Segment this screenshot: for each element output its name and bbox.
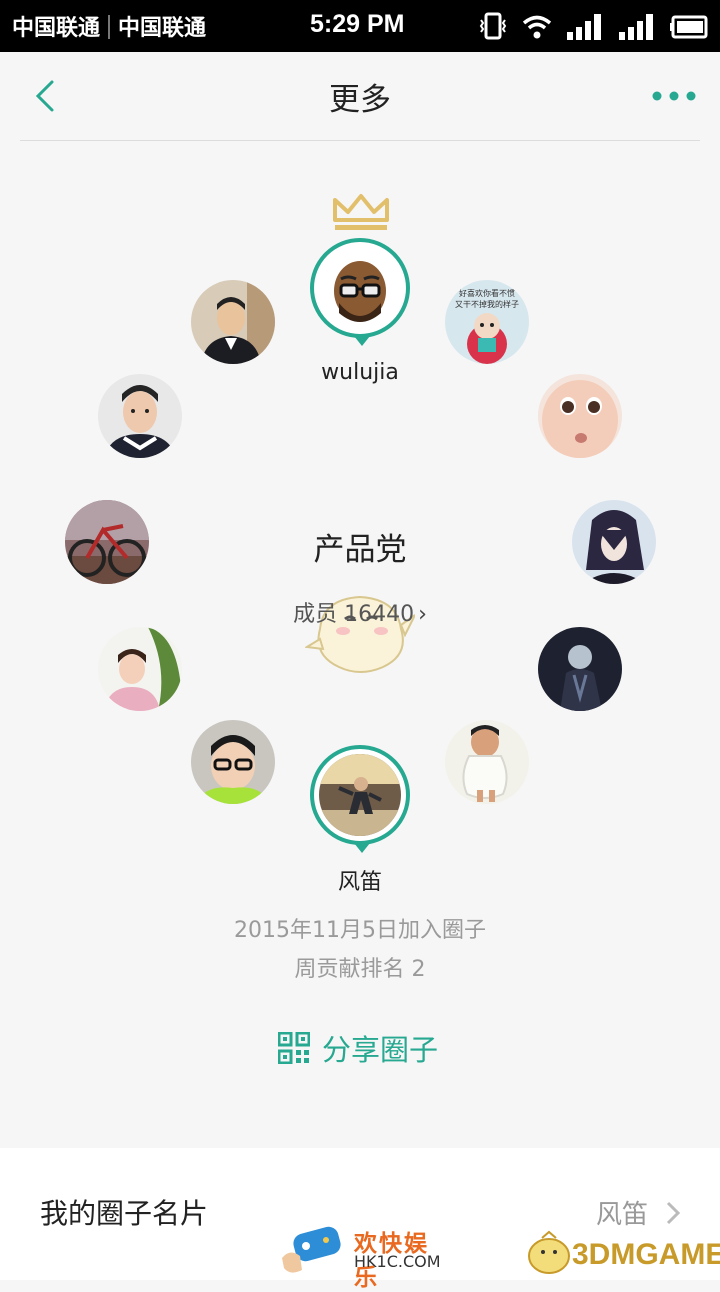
card-label: 我的圈子名片 <box>40 1197 209 1230</box>
vibrate-icon <box>479 12 507 40</box>
qr-code-icon <box>278 1032 310 1064</box>
carrier-separator <box>108 15 111 39</box>
hk1c-watermark: 欢快娱乐 HK1C.COM <box>280 1220 450 1291</box>
3dmgame-watermark: 3DMGAME <box>526 1226 720 1280</box>
game-controller-icon <box>282 1226 341 1273</box>
hk1c-url: HK1C.COM <box>354 1252 441 1271</box>
more-dots-icon <box>652 91 696 101</box>
chevron-right-icon: › <box>418 602 427 627</box>
battery-icon <box>670 15 708 39</box>
share-circle-button[interactable]: 分享圈子 <box>278 1028 438 1068</box>
3dmgame-brand: 3DMGAME <box>572 1238 720 1271</box>
member-avatar-10[interactable] <box>445 720 529 804</box>
signal-icon-2 <box>619 14 653 40</box>
carrier-names: 中国联通 中国联通 <box>12 10 206 42</box>
signal-icon-1 <box>567 14 601 40</box>
member-avatar-1[interactable] <box>191 280 275 364</box>
member-avatar-2[interactable]: 好喜欢你看不惯 又干不掉我的样子 <box>445 280 529 364</box>
nav-divider <box>20 140 700 141</box>
svg-text:好喜欢你看不惯: 好喜欢你看不惯 <box>459 288 515 298</box>
member-avatar-4[interactable] <box>538 374 622 458</box>
members-link[interactable]: 成员 16440 › <box>0 596 720 628</box>
member-avatar-8[interactable] <box>538 627 622 711</box>
status-bar: 中国联通 中国联通 5:29 PM <box>0 0 720 52</box>
status-icons <box>478 12 710 40</box>
member-avatar-3[interactable] <box>98 374 182 458</box>
share-label: 分享圈子 <box>322 1033 439 1067</box>
owner-name: wulujia <box>321 360 399 385</box>
clock: 5:29 PM <box>310 10 405 38</box>
owner-avatar[interactable] <box>310 238 410 346</box>
nav-bar: 更多 <box>0 52 720 140</box>
chevron-right-icon <box>666 1201 681 1225</box>
more-button[interactable] <box>650 76 700 116</box>
group-name: 产品党 <box>313 532 407 568</box>
weekly-rank: 周贡献排名 2 <box>294 957 426 982</box>
svg-text:又干不掉我的样子: 又干不掉我的样子 <box>455 299 519 309</box>
join-date: 2015年11月5日加入圈子 <box>234 918 486 943</box>
carrier-1: 中国联通 <box>12 16 101 41</box>
my-name: 风笛 <box>337 870 382 895</box>
crown-icon <box>333 194 389 230</box>
my-avatar[interactable] <box>310 745 410 853</box>
wifi-icon <box>522 15 552 39</box>
mascot-icon <box>528 1230 570 1274</box>
members-count: 成员 16440 <box>293 602 415 627</box>
member-avatar-7[interactable] <box>98 627 182 711</box>
page-title: 更多 <box>329 82 391 118</box>
carrier-2: 中国联通 <box>118 16 207 41</box>
member-avatar-9[interactable] <box>191 720 275 804</box>
